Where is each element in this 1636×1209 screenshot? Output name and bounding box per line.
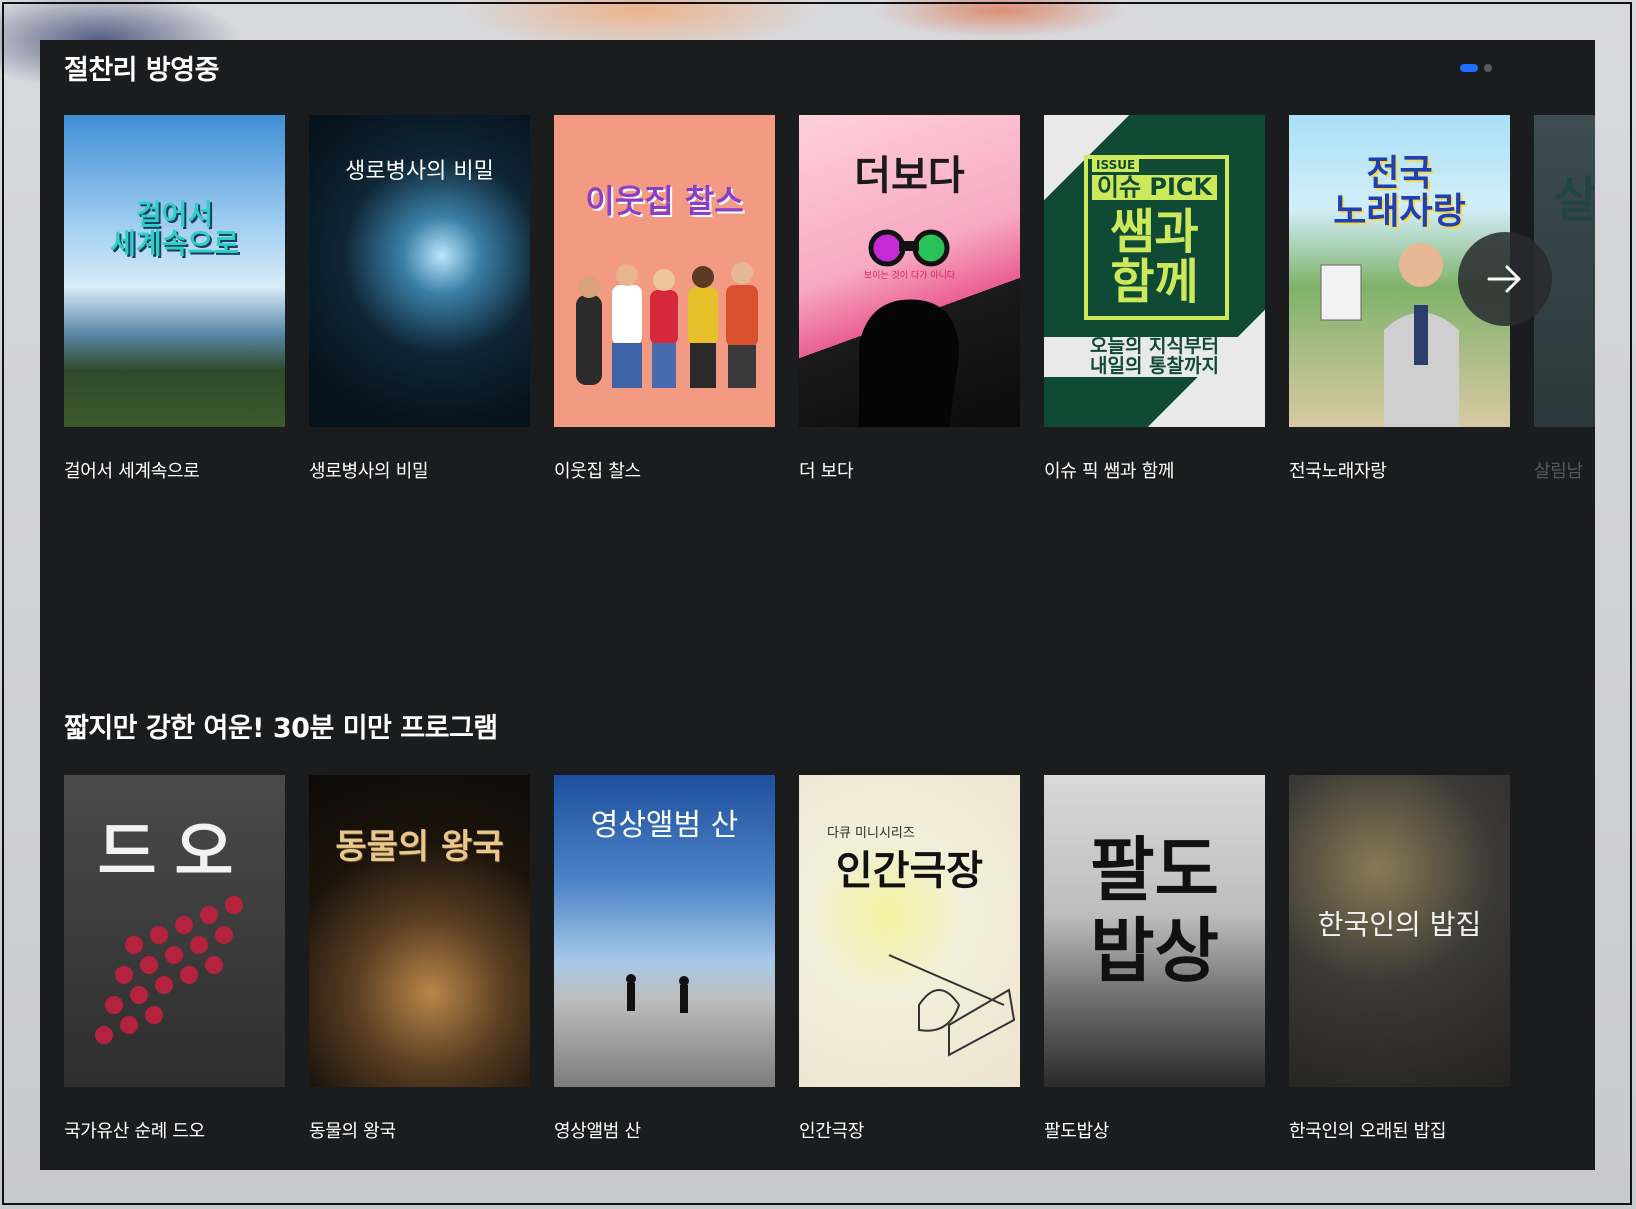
program-poster: 영상앨범 산: [554, 775, 775, 1087]
poster-tagline: 보이는 것이 다가 아니다: [863, 271, 956, 281]
program-card[interactable]: 생로병사의 비밀 생로병사의 비밀: [309, 115, 530, 483]
program-poster: 이웃집 찰스: [554, 115, 775, 427]
program-card[interactable]: 한국인의 밥집 한국인의 오래된 밥집: [1289, 775, 1510, 1143]
poster-logo-text: 팔도 밥상: [1090, 829, 1219, 992]
program-row-short: 드오 국가유산 순례 드오 동물의 왕국 동물의 왕국 영상앨범 산 영상앨범 …: [64, 775, 1510, 1143]
program-title: 살림남: [1534, 461, 1583, 482]
poster-logo-text: 살: [1554, 172, 1595, 228]
program-poster: 걸어서 세계속으로: [64, 115, 285, 427]
program-row-now-airing: 걸어서 세계속으로 걸어서 세계속으로 생로병사의 비밀 생로병사의 비밀 이웃…: [64, 115, 1595, 483]
program-title: 걸어서 세계속으로: [64, 461, 200, 482]
program-poster: 더보다 보이는 것이 다가 아니다: [799, 115, 1020, 427]
poster-tagline: 오늘의 지식부터 내일의 통찰까지: [1044, 336, 1265, 377]
program-card[interactable]: 동물의 왕국 동물의 왕국: [309, 775, 530, 1143]
poster-logo-text: 걸어서 세계속으로: [110, 198, 239, 261]
program-card[interactable]: 드오 국가유산 순례 드오: [64, 775, 285, 1143]
pagination-dot-1[interactable]: [1460, 64, 1478, 72]
program-poster: 드오: [64, 775, 285, 1087]
program-card[interactable]: 영상앨범 산 영상앨범 산: [554, 775, 775, 1143]
program-poster: 한국인의 밥집: [1289, 775, 1510, 1087]
hikers-silhouette: [626, 974, 689, 1013]
poster-heading: 이슈 PICK: [1092, 174, 1217, 201]
program-title: 팔도밥상: [1044, 1121, 1110, 1142]
arrow-right-icon: [1487, 265, 1521, 293]
section-title-now-airing: 절찬리 방영중: [64, 55, 219, 86]
program-title: 이웃집 찰스: [554, 461, 641, 482]
people-illustration: [576, 262, 758, 388]
umbrella-pattern: [95, 896, 243, 1044]
program-title: 영상앨범 산: [554, 1121, 641, 1142]
program-card[interactable]: 다큐 미니시리즈 인간극장 인간극장: [799, 775, 1020, 1143]
cameraman-sketch: [888, 954, 1016, 1057]
program-poster: 동물의 왕국: [309, 775, 530, 1087]
content-panel: 절찬리 방영중 걸어서 세계속으로 걸어서 세계속으로 생로병사의 비밀 생로병…: [40, 40, 1595, 1170]
poster-logo-text: 생로병사의 비밀: [345, 159, 494, 184]
section-title-short-programs: 짧지만 강한 여운! 30분 미만 프로그램: [64, 713, 498, 744]
program-card[interactable]: 이웃집 찰스 이웃집 찰스: [554, 115, 775, 483]
program-title: 더 보다: [799, 461, 854, 482]
program-title: 한국인의 오래된 밥집: [1289, 1121, 1447, 1142]
program-card[interactable]: 더보다 보이는 것이 다가 아니다 더 보다: [799, 115, 1020, 483]
program-title: 생로병사의 비밀: [309, 461, 429, 482]
program-title: 이슈 픽 쌤과 함께: [1044, 461, 1175, 482]
program-title: 국가유산 순례 드오: [64, 1121, 205, 1142]
carousel-next-button[interactable]: [1458, 232, 1552, 326]
program-poster: ISSUE 이슈 PICK 쌤과 함께 오늘의 지식부터 내일의 통찰까지: [1044, 115, 1265, 427]
poster-logo-text: 쌤과 함께: [1110, 204, 1199, 311]
program-poster: 생로병사의 비밀: [309, 115, 530, 427]
program-card[interactable]: 팔도 밥상 팔도밥상: [1044, 775, 1265, 1143]
carousel-pagination: [1460, 64, 1492, 72]
program-poster: 다큐 미니시리즈 인간극장: [799, 775, 1020, 1087]
poster-logo-text: 한국인의 밥집: [1317, 908, 1482, 941]
poster-logo-text: 동물의 왕국: [335, 827, 504, 867]
pagination-dot-2[interactable]: [1484, 64, 1492, 72]
program-poster: 팔도 밥상: [1044, 775, 1265, 1087]
program-card[interactable]: 걸어서 세계속으로 걸어서 세계속으로: [64, 115, 285, 483]
program-title: 인간극장: [799, 1121, 865, 1142]
program-title: 동물의 왕국: [309, 1121, 396, 1142]
poster-badge: ISSUE: [1092, 159, 1140, 172]
program-title: 전국노래자랑: [1289, 461, 1387, 482]
program-card[interactable]: ISSUE 이슈 PICK 쌤과 함께 오늘의 지식부터 내일의 통찰까지 이슈…: [1044, 115, 1265, 483]
